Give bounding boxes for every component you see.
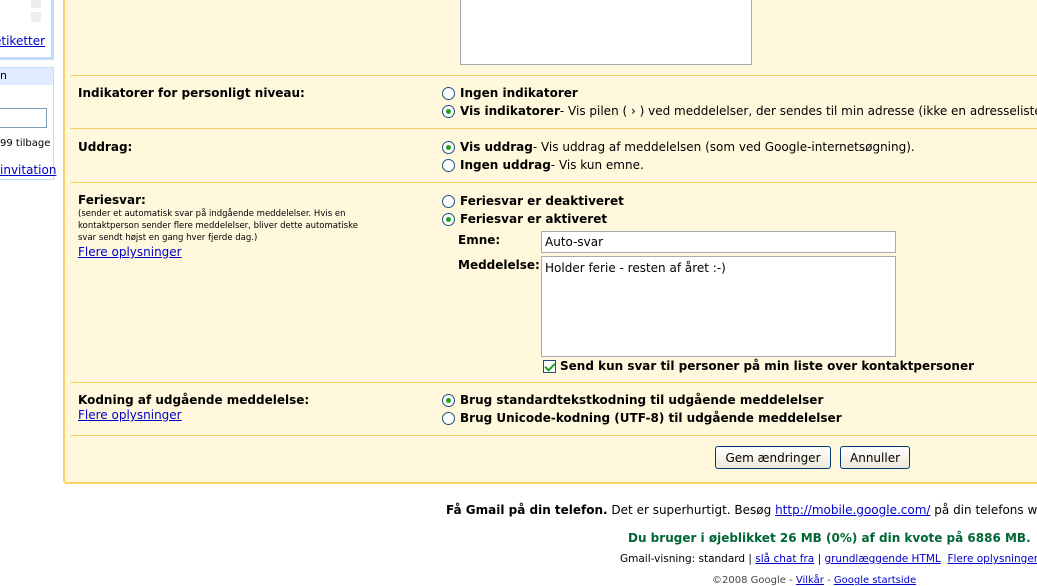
radio-button[interactable] <box>442 411 455 425</box>
subject-label: Emne: <box>458 233 501 247</box>
mobile-promo-text: Det er superhurtigt. Besøg <box>607 503 776 517</box>
vacation-more-info-link[interactable]: Flere oplysninger <box>78 245 182 259</box>
edit-labels-link[interactable]: etiketter <box>0 34 45 48</box>
label-color-swatch <box>31 12 41 22</box>
divider <box>70 382 1037 383</box>
option-label: Ingen uddrag <box>460 158 551 172</box>
option-description: - Vis kun emne. <box>550 158 644 172</box>
view-prefix: Gmail-visning: standard | <box>620 553 756 565</box>
mobile-promo: Få Gmail på din telefon. Det er superhur… <box>446 503 1037 517</box>
settings-panel: Indikatorer for personligt niveau: Ingen… <box>63 0 1037 484</box>
invites-left-text: 99 tilbage <box>0 138 51 149</box>
snippets-label: Uddrag: <box>78 140 133 154</box>
radio-button[interactable] <box>442 104 455 118</box>
radio-vacation-on[interactable]: Feriesvar er aktiveret <box>442 211 607 227</box>
option-description: - Vis pilen ( › ) ved meddelelser, der s… <box>559 104 1037 118</box>
option-label: Vis uddrag <box>460 140 533 154</box>
radio-vacation-off[interactable]: Feriesvar er deaktiveret <box>442 193 624 209</box>
radio-show-snippets[interactable]: Vis uddrag - Vis uddrag af meddelelsen (… <box>442 139 915 155</box>
radio-no-indicators[interactable]: Ingen indikatorer <box>442 85 578 101</box>
contacts-only-row[interactable]: Send kun svar til personer på min liste … <box>543 359 974 373</box>
mobile-url-link[interactable]: http://mobile.google.com/ <box>775 503 930 517</box>
radio-show-indicators[interactable]: Vis indikatorer - Vis pilen ( › ) ved me… <box>442 103 1037 119</box>
option-label: Brug Unicode-kodning (UTF-8) til udgåend… <box>460 411 842 425</box>
encoding-more-info-link[interactable]: Flere oplysninger <box>78 408 182 422</box>
terms-link[interactable]: Vilkår <box>796 575 824 586</box>
subject-input[interactable]: Auto-svar <box>541 231 896 253</box>
encoding-label: Kodning af udgående meddelelse: <box>78 393 310 407</box>
option-label: Vis indikatorer <box>460 104 560 118</box>
vacation-description: (sender et automatisk svar på indgående … <box>78 209 358 243</box>
copyright-text: ©2008 Google - <box>712 575 796 586</box>
label-color-swatch <box>31 0 41 8</box>
separator: | <box>814 553 825 565</box>
personal-indicators-label: Indikatorer for personligt niveau: <box>78 86 305 100</box>
save-changes-button[interactable]: Gem ændringer <box>715 446 831 469</box>
cancel-button[interactable]: Annuller <box>840 446 910 469</box>
contacts-only-label: Send kun svar til personer på min liste … <box>560 359 974 373</box>
radio-button[interactable] <box>442 86 455 100</box>
radio-standard-encoding[interactable]: Brug standardtekstkodning til udgående m… <box>442 392 823 408</box>
radio-button[interactable] <box>442 140 455 154</box>
radio-button[interactable] <box>442 194 455 208</box>
divider <box>70 182 1037 183</box>
chat-header: n <box>0 68 53 85</box>
message-label: Meddelelse: <box>458 258 540 272</box>
radio-button[interactable] <box>442 393 455 407</box>
option-label: Ingen indikatorer <box>460 86 578 100</box>
option-label: Feriesvar er deaktiveret <box>460 194 624 208</box>
vacation-label: Feriesvar: <box>78 193 146 207</box>
signature-textarea[interactable] <box>460 0 752 65</box>
send-invitation-link[interactable]: invitation <box>0 163 56 177</box>
radio-button[interactable] <box>442 158 455 172</box>
message-textarea[interactable]: Holder ferie - resten af året :-) <box>541 256 896 357</box>
divider <box>70 128 1037 129</box>
radio-unicode-encoding[interactable]: Brug Unicode-kodning (UTF-8) til udgåend… <box>442 410 842 426</box>
divider <box>70 75 1037 76</box>
copyright-line: ©2008 Google - Vilkår - Google startside <box>712 575 917 586</box>
radio-no-snippets[interactable]: Ingen uddrag - Vis kun emne. <box>442 157 644 173</box>
turn-off-chat-link[interactable]: slå chat fra <box>755 553 814 565</box>
divider <box>70 435 1037 436</box>
view-options: Gmail-visning: standard | slå chat fra |… <box>620 553 1037 565</box>
basic-html-link[interactable]: grundlæggende HTML <box>824 553 940 565</box>
mobile-promo-title: Få Gmail på din telefon. <box>446 503 608 517</box>
option-label: Feriesvar er aktiveret <box>460 212 608 226</box>
quota-text: Du bruger i øjeblikket 26 MB (0%) af din… <box>628 531 1031 545</box>
radio-button[interactable] <box>442 212 455 226</box>
footer-more-info-link[interactable]: Flere oplysninger <box>947 553 1037 565</box>
contacts-only-checkbox[interactable] <box>543 359 556 373</box>
chat-box: n 99 tilbage invitation <box>0 67 56 180</box>
labels-box: etiketter <box>0 0 54 60</box>
option-label: Brug standardtekstkodning til udgående m… <box>460 393 824 407</box>
chat-search-input[interactable] <box>0 108 47 128</box>
google-home-link[interactable]: Google startside <box>834 575 916 586</box>
option-description: - Vis uddrag af meddelelsen (som ved Goo… <box>532 140 915 154</box>
mobile-promo-text-end: på din telefons webbro <box>934 503 1037 517</box>
